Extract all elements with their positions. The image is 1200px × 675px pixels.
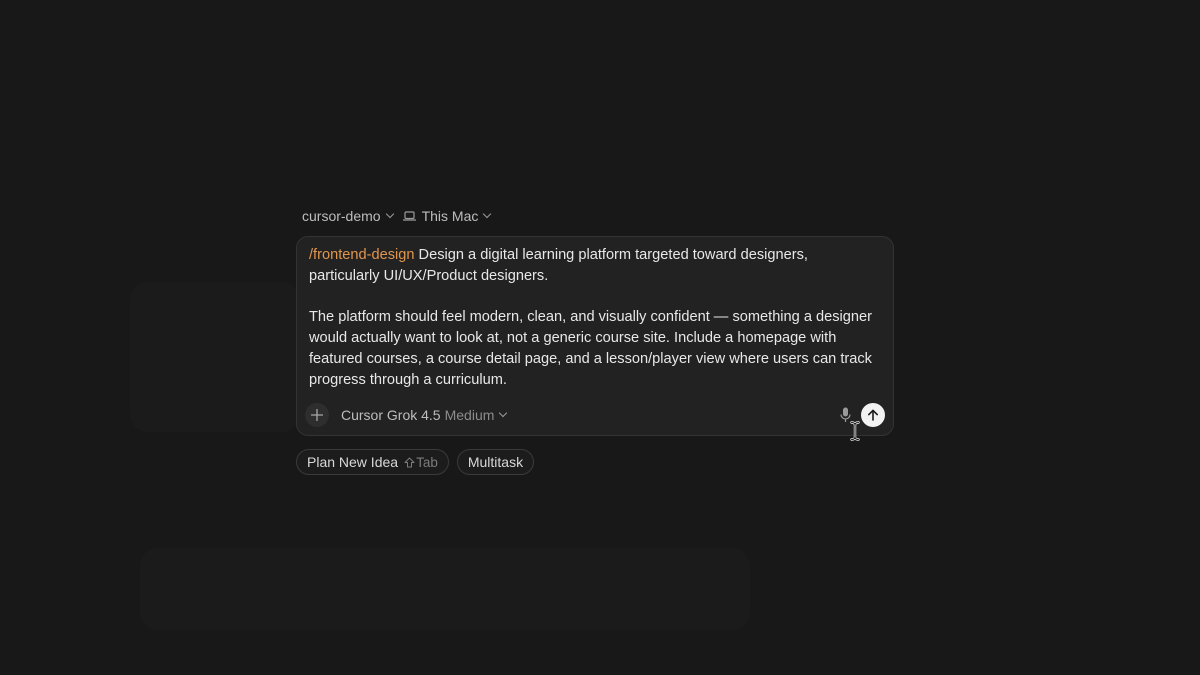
- text-cursor-icon: [850, 421, 860, 441]
- environment-selector[interactable]: This Mac: [402, 208, 492, 224]
- chevron-down-icon: [499, 408, 508, 418]
- shortcut-key: Tab: [416, 454, 438, 470]
- composer-toolbar: Cursor Grok 4.5 Medium: [305, 403, 885, 427]
- project-selector[interactable]: cursor-demo: [302, 208, 394, 224]
- model-name: Cursor Grok 4.5: [341, 407, 441, 423]
- plan-new-idea-label: Plan New Idea: [307, 454, 399, 470]
- composer-actions: [837, 403, 885, 427]
- arrow-up-icon: [867, 409, 878, 421]
- suggestion-chips: Plan New Idea Tab Multitask: [296, 449, 896, 475]
- prompt-input[interactable]: /frontend-design Design a digital learni…: [309, 245, 881, 391]
- background-panel: [140, 548, 750, 630]
- context-bar: cursor-demo This Mac: [296, 205, 896, 227]
- project-name: cursor-demo: [302, 208, 381, 224]
- chevron-down-icon: [483, 209, 492, 219]
- plan-new-idea-chip[interactable]: Plan New Idea Tab: [296, 449, 449, 475]
- microphone-icon: [839, 407, 851, 422]
- chevron-down-icon: [385, 209, 394, 219]
- composer-area: cursor-demo This Mac /frontend-design De…: [296, 205, 896, 475]
- multitask-label: Multitask: [467, 454, 524, 470]
- app-window: cursor-demo This Mac /frontend-design De…: [0, 0, 1200, 675]
- background-panel: [130, 282, 300, 432]
- environment-name: This Mac: [421, 208, 479, 224]
- shift-icon: [404, 457, 415, 467]
- plus-icon: [311, 409, 323, 421]
- slash-command: /frontend-design: [309, 247, 415, 263]
- laptop-icon: [402, 210, 416, 222]
- prompt-text: Design a digital learning platform targe…: [309, 247, 872, 388]
- model-selector[interactable]: Cursor Grok 4.5 Medium: [341, 407, 508, 423]
- model-effort: Medium: [444, 407, 495, 423]
- keyboard-shortcut: Tab: [404, 455, 438, 470]
- multitask-chip[interactable]: Multitask: [456, 449, 535, 475]
- attach-button[interactable]: [305, 403, 329, 427]
- prompt-composer[interactable]: /frontend-design Design a digital learni…: [296, 236, 894, 436]
- send-button[interactable]: [861, 403, 885, 427]
